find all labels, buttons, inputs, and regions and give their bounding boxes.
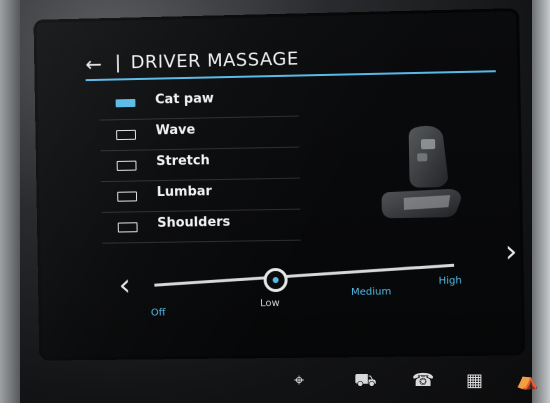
intensity-slider-area: ‹ › Off Low Medium High — [108, 234, 528, 324]
program-row-wave[interactable]: Wave — [100, 116, 300, 152]
program-row-lumbar[interactable]: Lumbar — [101, 178, 301, 213]
program-indicator-icon — [116, 160, 137, 171]
left-trim — [0, 0, 20, 403]
seat-illustration-icon — [381, 125, 462, 219]
next-level-chevron-icon[interactable]: › — [505, 234, 518, 269]
program-row-shoulders[interactable]: Shoulders — [101, 209, 301, 244]
program-label: Stretch — [156, 153, 210, 170]
infotainment-screen: ← DRIVER MASSAGE Cat paw Wave Stretch Lu… — [33, 8, 528, 361]
level-label-low[interactable]: Low — [260, 298, 280, 309]
phone-icon[interactable]: ☎ — [412, 370, 434, 391]
program-row-stretch[interactable]: Stretch — [100, 147, 300, 183]
intensity-slider-knob[interactable] — [263, 267, 288, 293]
massage-program-list: Cat paw Wave Stretch Lumbar Shoulders — [99, 85, 301, 244]
level-label-high[interactable]: High — [438, 275, 461, 286]
program-indicator-icon — [117, 191, 138, 202]
program-indicator-icon — [117, 222, 138, 233]
hardware-shortcut-bar: ⌖ ⛟ ☎ ▦ ⛺ — [284, 360, 544, 400]
program-label: Wave — [155, 122, 196, 139]
slider-knob-dot-icon — [272, 276, 279, 284]
seat-icon[interactable]: ⛺ — [516, 370, 538, 391]
program-row-cat-paw[interactable]: Cat paw — [99, 85, 299, 121]
program-indicator-icon — [115, 98, 136, 108]
previous-level-chevron-icon[interactable]: ‹ — [118, 268, 130, 303]
apps-icon[interactable]: ▦ — [466, 370, 483, 391]
program-label: Lumbar — [156, 184, 213, 201]
car-icon[interactable]: ⛟ — [354, 370, 377, 394]
page-title: DRIVER MASSAGE — [130, 48, 299, 74]
back-arrow-icon[interactable]: ← — [85, 52, 111, 76]
nav-icon[interactable]: ⌖ — [294, 370, 304, 391]
header-separator — [116, 54, 120, 73]
program-label: Cat paw — [154, 91, 214, 108]
program-indicator-icon — [116, 129, 137, 141]
program-label: Shoulders — [157, 214, 231, 231]
right-trim — [532, 0, 550, 403]
level-label-off[interactable]: Off — [151, 307, 166, 318]
intensity-slider-track[interactable] — [154, 263, 455, 287]
level-label-medium[interactable]: Medium — [351, 286, 391, 298]
